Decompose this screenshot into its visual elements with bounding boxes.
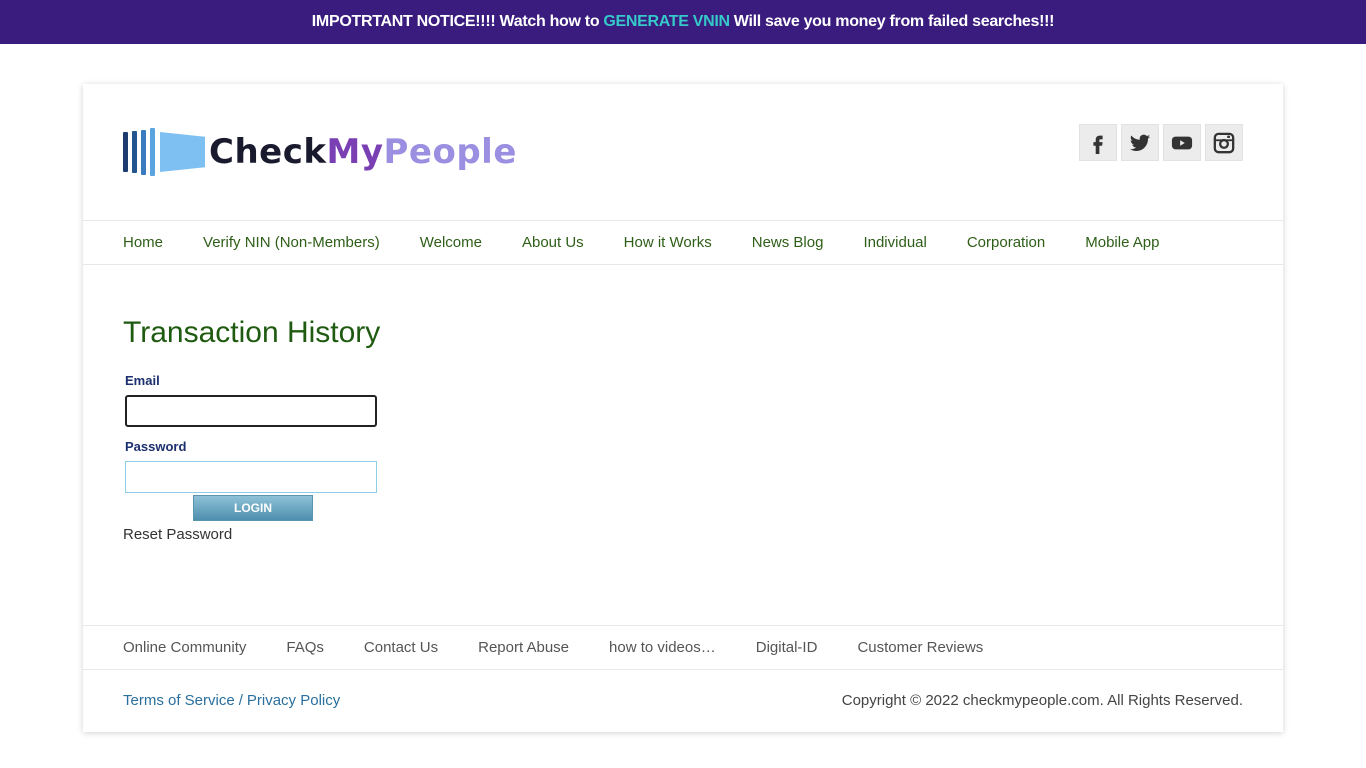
privacy-link[interactable]: Privacy Policy	[247, 692, 340, 709]
nav-item-corporation[interactable]: Corporation	[967, 234, 1045, 251]
logo-mark-icon	[123, 128, 205, 176]
logo-text: CheckMyPeople	[209, 132, 517, 172]
login-button[interactable]: LOGIN	[193, 495, 313, 521]
terms-link[interactable]: Terms of Service	[123, 692, 235, 709]
nav-item-about-us[interactable]: About Us	[522, 234, 584, 251]
reset-password-link[interactable]: Reset Password	[123, 526, 232, 543]
footer-nav: Online Community FAQs Contact Us Report …	[83, 625, 1283, 670]
footer-link-report-abuse[interactable]: Report Abuse	[478, 639, 569, 656]
page-title: Transaction History	[123, 316, 381, 349]
footer-link-online-community[interactable]: Online Community	[123, 639, 246, 656]
nav-item-individual[interactable]: Individual	[863, 234, 926, 251]
footer-link-how-to-videos[interactable]: how to videos…	[609, 639, 716, 656]
notice-prefix: IMPOTRTANT NOTICE!!!! Watch how to	[311, 13, 600, 30]
footer-link-customer-reviews[interactable]: Customer Reviews	[857, 639, 983, 656]
nav-item-news-blog[interactable]: News Blog	[752, 234, 824, 251]
email-input[interactable]	[125, 395, 377, 427]
nav-item-welcome[interactable]: Welcome	[420, 234, 482, 251]
password-label: Password	[125, 439, 187, 454]
legal-separator: /	[238, 692, 243, 709]
notice-suffix: Will save you money from failed searches…	[733, 13, 1055, 30]
nav-item-how-it-works[interactable]: How it Works	[624, 234, 712, 251]
email-label: Email	[125, 373, 160, 388]
notice-bar: IMPOTRTANT NOTICE!!!! Watch how to GENER…	[0, 0, 1366, 44]
footer-legal: Terms of Service / Privacy Policy	[123, 692, 340, 709]
main-nav: Home Verify NIN (Non-Members) Welcome Ab…	[83, 220, 1283, 265]
nav-item-home[interactable]: Home	[123, 234, 163, 251]
copyright: Copyright © 2022 checkmypeople.com. All …	[841, 692, 1243, 709]
footer-link-contact-us[interactable]: Contact Us	[364, 639, 438, 656]
page-container: CheckMyPeople Home Verify NIN (Non-Membe…	[83, 84, 1283, 732]
nav-item-verify-nin[interactable]: Verify NIN (Non-Members)	[203, 234, 380, 251]
twitter-icon[interactable]	[1121, 124, 1159, 161]
site-logo[interactable]: CheckMyPeople	[123, 126, 517, 178]
youtube-icon[interactable]	[1163, 124, 1201, 161]
footer-link-digital-id[interactable]: Digital-ID	[756, 639, 818, 656]
nav-item-mobile-app[interactable]: Mobile App	[1085, 234, 1159, 251]
facebook-icon[interactable]	[1079, 124, 1117, 161]
instagram-icon[interactable]	[1205, 124, 1243, 161]
password-input[interactable]	[125, 461, 377, 493]
generate-vnin-link[interactable]: GENERATE VNIN	[603, 13, 730, 31]
social-links	[1079, 124, 1243, 161]
footer-link-faqs[interactable]: FAQs	[286, 639, 324, 656]
